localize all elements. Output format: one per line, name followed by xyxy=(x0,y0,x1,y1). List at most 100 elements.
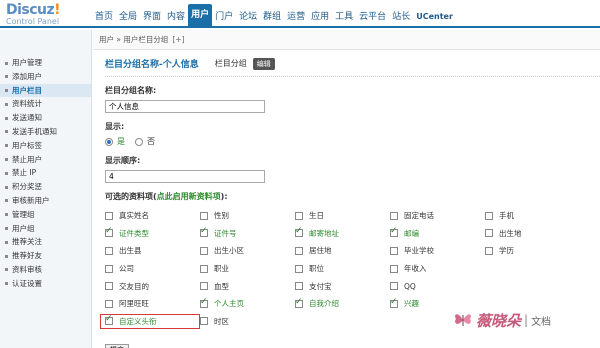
field-option: 自定义头衔 xyxy=(100,313,200,330)
show-yes-label: 是 xyxy=(117,137,125,146)
bullet-icon xyxy=(5,116,8,120)
bullet-icon xyxy=(5,61,8,65)
field-checkbox[interactable] xyxy=(390,297,398,308)
submit-button[interactable]: 提交 xyxy=(105,344,129,348)
field-checkbox[interactable] xyxy=(295,226,303,238)
nav-item-10[interactable]: 工具 xyxy=(332,8,356,26)
field-label: 证件号 xyxy=(214,228,237,238)
field-checkbox[interactable] xyxy=(105,282,113,291)
field-checkbox[interactable] xyxy=(200,297,208,308)
field-checkbox[interactable] xyxy=(105,226,113,238)
nav-item-1[interactable]: 全局 xyxy=(116,8,140,26)
field-option: 血型 xyxy=(200,278,295,294)
field-checkbox[interactable] xyxy=(105,211,113,220)
sidebar-item-10[interactable]: 审核新用户 xyxy=(0,194,91,208)
field-checkbox[interactable] xyxy=(200,226,208,238)
field-checkbox[interactable] xyxy=(485,229,493,238)
nav-item-3[interactable]: 内容 xyxy=(164,8,188,26)
field-label: 自定义头衔 xyxy=(119,316,157,326)
group-name-input[interactable] xyxy=(105,100,265,113)
watermark: 薇晓朵 | 文档 xyxy=(452,300,592,340)
field-checkbox[interactable] xyxy=(105,314,113,326)
field-option: 证件类型 xyxy=(105,226,200,242)
bullet-icon xyxy=(5,89,8,93)
sidebar-item-label: 推荐好友 xyxy=(12,251,42,261)
field-option: 职业 xyxy=(200,261,295,277)
edit-tab[interactable]: 编辑 xyxy=(252,57,275,70)
sidebar-item-14[interactable]: 推荐好友 xyxy=(0,249,91,263)
nav-item-13[interactable]: UCenter xyxy=(413,8,456,26)
field-checkbox[interactable] xyxy=(105,264,113,273)
sidebar-item-label: 发送手机通知 xyxy=(12,126,57,136)
field-option: 邮寄地址 xyxy=(295,226,390,242)
nav-item-0[interactable]: 首页 xyxy=(92,8,116,26)
nav-item-5[interactable]: 门户 xyxy=(212,8,236,26)
sidebar-item-15[interactable]: 资料审核 xyxy=(0,263,91,277)
page-title: 栏目分组名称-个人信息 xyxy=(105,60,199,70)
nav-item-8[interactable]: 运营 xyxy=(284,8,308,26)
nav-item-2[interactable]: 界面 xyxy=(140,8,164,26)
field-option: 公司 xyxy=(105,261,200,277)
field-checkbox[interactable] xyxy=(105,299,113,308)
field-checkbox[interactable] xyxy=(200,264,208,273)
nav-item-4[interactable]: 用户 xyxy=(188,4,213,26)
field-checkbox[interactable] xyxy=(295,297,303,308)
field-checkbox[interactable] xyxy=(295,282,303,291)
sidebar-item-1[interactable]: 添加用户 xyxy=(0,70,91,84)
field-checkbox[interactable] xyxy=(390,246,398,255)
field-checkbox[interactable] xyxy=(390,282,398,291)
nav-item-11[interactable]: 云平台 xyxy=(356,8,389,26)
sidebar-item-2[interactable]: 用户栏目 xyxy=(0,83,91,98)
sidebar-item-9[interactable]: 积分奖惩 xyxy=(0,180,91,194)
sidebar-item-11[interactable]: 管理组 xyxy=(0,208,91,222)
nav-item-12[interactable]: 站长 xyxy=(389,8,413,26)
sidebar-item-4[interactable]: 发送通知 xyxy=(0,111,91,125)
enable-new-fields-link[interactable]: 点此启用新资料项 xyxy=(157,192,221,201)
sidebar-item-7[interactable]: 禁止用户 xyxy=(0,153,91,167)
nav-item-9[interactable]: 应用 xyxy=(308,8,332,26)
field-option: 个人主页 xyxy=(200,296,295,312)
sidebar-item-3[interactable]: 资料统计 xyxy=(0,97,91,111)
show-yes-radio[interactable] xyxy=(105,137,113,146)
nav-item-6[interactable]: 论坛 xyxy=(236,8,260,26)
field-checkbox[interactable] xyxy=(390,226,398,238)
sidebar-item-16[interactable]: 认证设置 xyxy=(0,277,91,291)
breadcrumb-text[interactable]: 用户 » 用户栏目分组 xyxy=(99,35,168,44)
sidebar-item-8[interactable]: 禁止 IP xyxy=(0,166,91,180)
sidebar-item-6[interactable]: 用户标签 xyxy=(0,139,91,153)
field-checkbox[interactable] xyxy=(390,211,398,220)
breadcrumb: 用户 » 用户栏目分组 [+] xyxy=(93,30,600,50)
nav-item-7[interactable]: 群组 xyxy=(260,8,284,26)
field-option: 性别 xyxy=(200,208,295,224)
bullet-icon xyxy=(5,199,8,203)
field-checkbox[interactable] xyxy=(200,246,208,255)
field-checkbox[interactable] xyxy=(485,211,493,220)
sidebar-item-0[interactable]: 用户管理 xyxy=(0,56,91,70)
sidebar-item-5[interactable]: 发送手机通知 xyxy=(0,125,91,139)
field-option: 学历 xyxy=(485,243,580,259)
field-option: 职位 xyxy=(295,261,390,277)
sidebar-item-12[interactable]: 用户组 xyxy=(0,222,91,236)
field-checkbox[interactable] xyxy=(295,264,303,273)
field-option: 毕业学校 xyxy=(390,243,485,259)
field-checkbox[interactable] xyxy=(200,211,208,220)
field-checkbox[interactable] xyxy=(200,317,208,326)
discuz-logo[interactable]: Discuz! Control Panel xyxy=(6,2,92,26)
field-checkbox[interactable] xyxy=(390,264,398,273)
sidebar-item-13[interactable]: 推荐关注 xyxy=(0,235,91,249)
field-checkbox[interactable] xyxy=(105,246,113,255)
field-label: 毕业学校 xyxy=(404,246,434,256)
show-no-radio[interactable] xyxy=(135,137,143,146)
field-label: 交友目的 xyxy=(119,281,149,291)
field-checkbox[interactable] xyxy=(485,246,493,255)
bullet-icon xyxy=(5,158,8,162)
field-checkbox[interactable] xyxy=(295,211,303,220)
header: Discuz! Control Panel 首页 全局 界面 内容 用户 门户 论坛 群组 运营… xyxy=(0,0,600,28)
field-checkbox[interactable] xyxy=(200,282,208,291)
field-label: QQ xyxy=(404,281,416,291)
field-label: 出生小区 xyxy=(214,246,244,256)
display-order-input[interactable] xyxy=(105,170,265,183)
field-checkbox[interactable] xyxy=(295,246,303,255)
show-radio-group: 是 否 xyxy=(105,136,600,147)
breadcrumb-add-button[interactable]: [+] xyxy=(172,35,184,44)
